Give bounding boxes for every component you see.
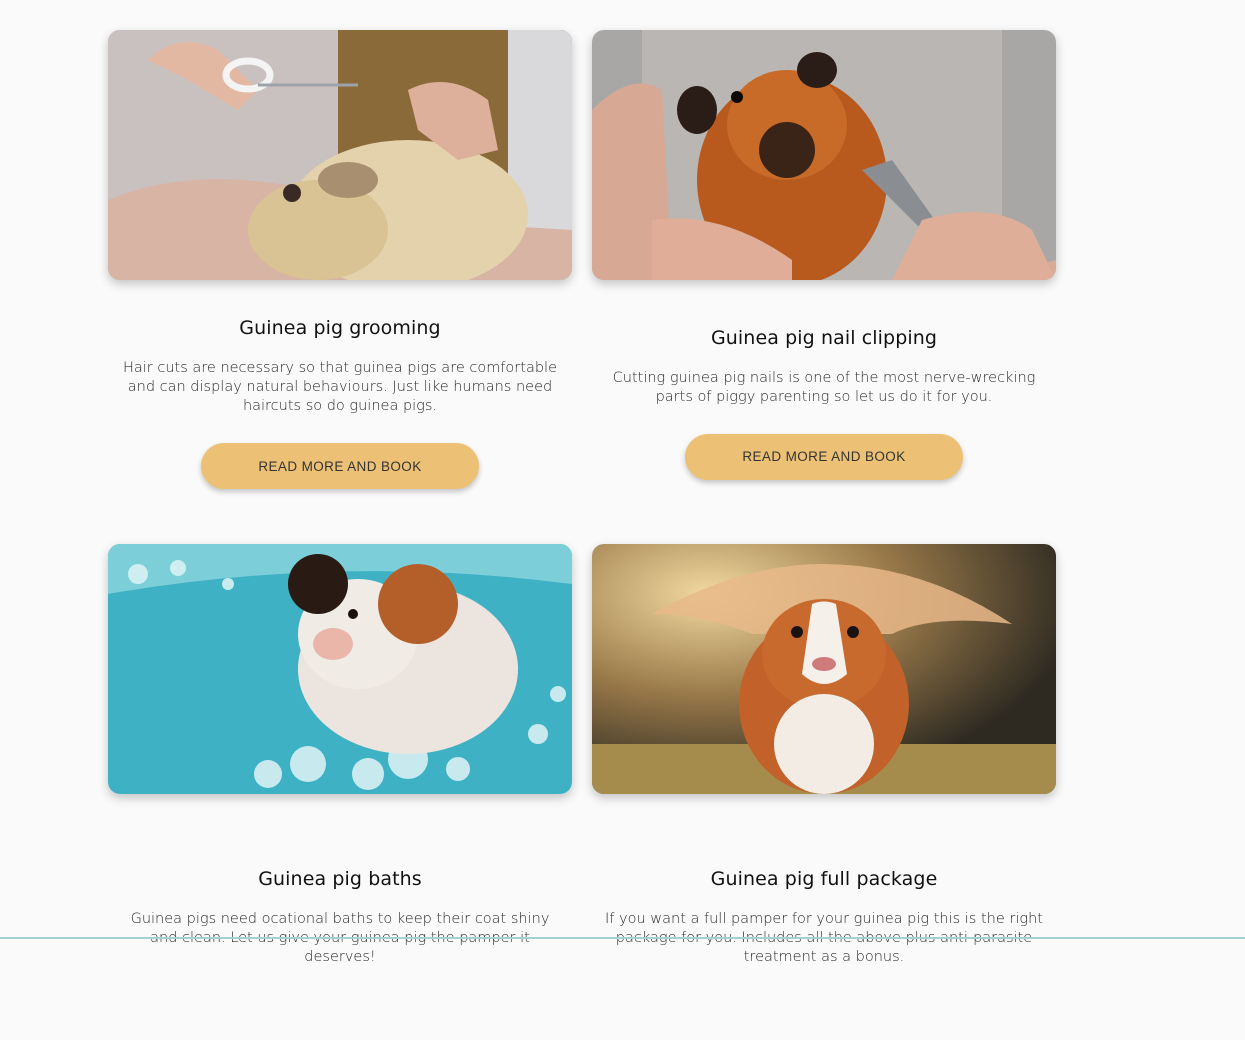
baths-card-body: Guinea pig baths Guinea pigs need ocatio… — [108, 794, 572, 1040]
card-title: Guinea pig baths — [258, 867, 422, 890]
card-description: Hair cuts are necessary so that guinea p… — [122, 360, 557, 414]
grooming-card-body: Guinea pig grooming Hair cuts are necess… — [108, 280, 572, 526]
read-more-and-book-button-nail-clipping[interactable]: READ MORE AND BOOK — [685, 433, 963, 480]
full-package-card-body: Guinea pig full package If you want a fu… — [592, 794, 1056, 1040]
card-title: Guinea pig nail clipping — [710, 326, 938, 349]
service-card-full-package: Guinea pig full package If you want a fu… — [592, 544, 1056, 1040]
card-description: Cutting guinea pig nails is one of the m… — [612, 369, 1036, 405]
full-package-image — [592, 544, 1056, 794]
nail-clipping-card-body: Guinea pig nail clipping Cutting guinea … — [592, 280, 1056, 526]
service-card-nail-clipping: Guinea pig nail clipping Cutting guinea … — [592, 30, 1056, 526]
read-more-and-book-button-grooming[interactable]: READ MORE AND BOOK — [201, 443, 479, 489]
grooming-image — [108, 30, 572, 280]
service-card-baths: Guinea pig baths Guinea pigs need ocatio… — [108, 544, 572, 1040]
service-card-grooming: Guinea pig grooming Hair cuts are necess… — [108, 30, 572, 526]
nail-clipping-image — [592, 30, 1056, 280]
card-title: Guinea pig grooming — [239, 317, 441, 339]
baths-image — [108, 544, 572, 794]
card-title: Guinea pig full package — [710, 867, 938, 890]
